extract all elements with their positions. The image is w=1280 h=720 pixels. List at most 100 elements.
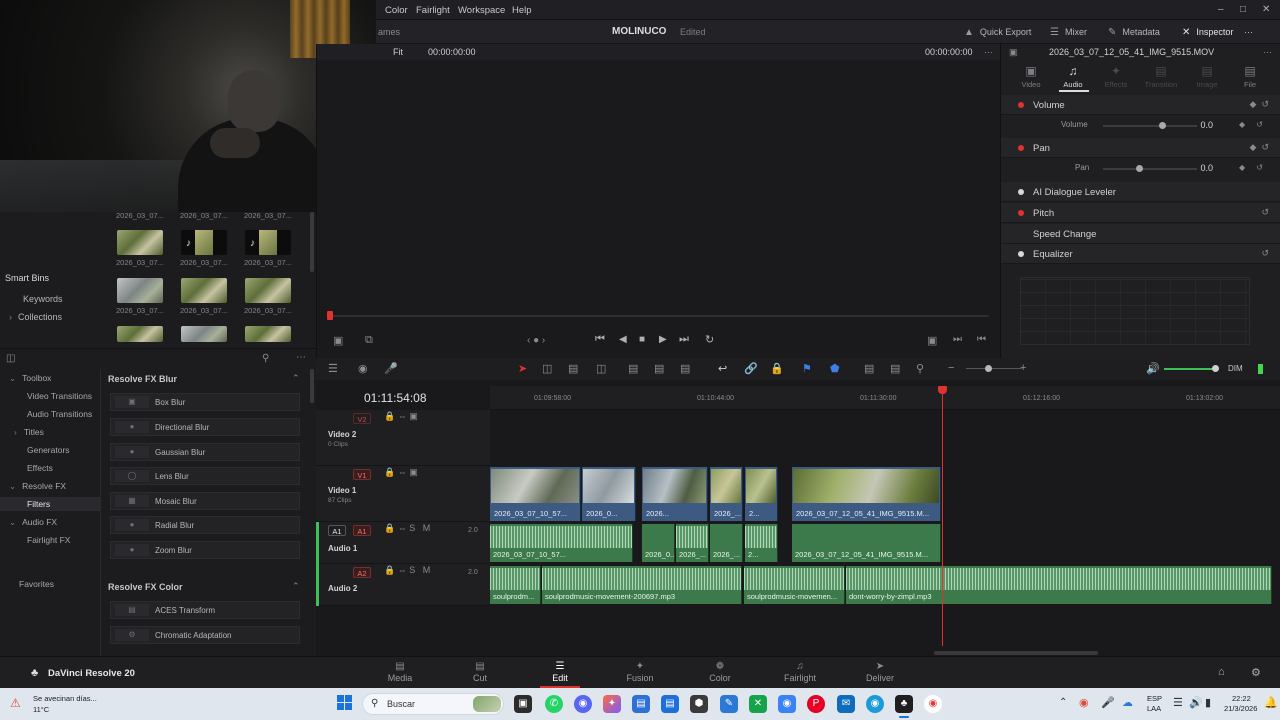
volume-slider-track[interactable] [1103,125,1197,127]
inspector-options-icon[interactable]: ⋯ [1263,47,1272,58]
collapse-icon[interactable]: ⌃ [292,581,300,592]
playhead-marker[interactable] [327,311,333,320]
dual-view-icon[interactable]: ◉ [358,362,368,375]
tray-status-icon[interactable]: ◉ [1079,696,1089,709]
audio-clip[interactable]: 2026_... [710,524,743,562]
audio-monitor-icon[interactable]: 🎤 [384,362,398,375]
audio-clip[interactable]: dont-worry-by-zimpl.mp3 [846,566,1272,604]
media-thumbnail[interactable] [181,278,227,303]
fx-aces-transform[interactable]: ▤ ACES Transform [110,601,300,619]
media-thumbnail[interactable] [181,326,227,342]
keyframe-icon[interactable]: ◆ ↺ [1239,163,1263,172]
enable-dot[interactable] [1018,210,1024,216]
source-patch[interactable]: A1 [328,525,346,536]
zoom-detail-icon[interactable]: ▤ [890,362,900,375]
timeline-playhead-handle[interactable] [938,386,947,394]
track-controls-icon[interactable]: 🔒 ⇔ S M [384,565,430,576]
shield-icon[interactable]: ◉ [778,695,796,713]
metadata-button[interactable]: ✎ Metadata [1108,27,1160,38]
track-header-a2[interactable]: A2 🔒 ⇔ S M 2.0 Audio 2 [316,564,490,606]
tab-video[interactable]: ▣ Video [1009,64,1053,89]
zoom-custom-icon[interactable]: ⚲ [916,362,924,375]
zoom-slider-track[interactable] [966,368,1022,369]
reset-icon[interactable]: ↺ [1261,207,1269,218]
viewer-options-icon[interactable]: ⋯ [984,47,993,58]
media-thumbnail[interactable]: ♪ [245,230,291,255]
match-frame-icon[interactable]: ▣ [927,334,937,347]
inspector-button[interactable]: ✕ Inspector [1182,27,1233,38]
fx-zoom-blur[interactable]: ● Zoom Blur [110,541,300,559]
pen-app-icon[interactable]: ✎ [720,695,738,713]
battery-icon[interactable]: ▮ [1205,696,1211,709]
media-thumbnail[interactable] [245,326,291,342]
tree-generators[interactable]: Generators [27,445,70,455]
transform-icon[interactable]: ⧉ [365,334,373,347]
tree-audio-fx[interactable]: ⌄ Audio FX [9,517,57,528]
zoom-slider-knob[interactable] [985,365,992,372]
fx-gaussian-blur[interactable]: ● Gaussian Blur [110,443,300,461]
enable-dot[interactable] [1018,251,1024,257]
track-header-v1[interactable]: V1 🔒 ⇔ ▣ Video 1 87 Clips [316,466,490,522]
page-cut[interactable]: ▤ Cut [458,661,502,683]
track-id[interactable]: V2 [353,413,371,424]
audio-clip[interactable]: 2026_0... [642,524,675,562]
equalizer-graph[interactable] [1020,277,1250,345]
dim-button[interactable]: DIM [1228,364,1243,373]
video-clip[interactable]: 2... [745,467,778,521]
calendar-icon[interactable]: ▤ [661,695,679,713]
track-header-v2[interactable]: V2 🔒 ⇔ ▣ Video 2 0 Clips [316,410,490,466]
pan-slider-knob[interactable] [1136,165,1143,172]
tree-fairlight-fx[interactable]: Fairlight FX [27,535,70,545]
media-thumbnail[interactable] [117,326,163,342]
dynamic-trim-icon[interactable]: ▤ [568,362,578,375]
track-controls-icon[interactable]: 🔒 ⇔ ▣ [384,411,418,422]
go-to-start-icon[interactable]: ⏮ [595,333,605,346]
menu-color[interactable]: Color [385,5,408,16]
enable-dot[interactable] [1018,145,1024,151]
timeline-scrollbar[interactable] [934,651,1098,655]
pan-slider-track[interactable] [1103,168,1197,170]
tree-audio-transitions[interactable]: Audio Transitions [27,409,92,419]
menu-help[interactable]: Help [512,5,532,16]
page-media[interactable]: ▤ Media [378,661,422,683]
menu-workspace[interactable]: Workspace [458,5,505,16]
copilot-icon[interactable]: ✦ [603,695,621,713]
zoom-out-icon[interactable]: − [948,362,954,374]
discord-icon[interactable]: ◉ [574,695,592,713]
audio-clip[interactable]: 2026_03_07_12_05_41_IMG_9515.M... [792,524,941,562]
quick-export-button[interactable]: ▲ Quick Export [964,27,1031,38]
pitch-section[interactable]: Pitch ↺ [1001,203,1280,223]
weather-icon[interactable]: ⚠ [10,696,21,710]
tray-chevron-icon[interactable]: ⌃ [1059,697,1067,708]
stop-icon[interactable]: ■ [639,334,645,345]
video-clip[interactable]: 2026_... [710,467,743,521]
tab-file[interactable]: ▤ File [1228,64,1272,89]
track-id[interactable]: A2 [353,567,371,578]
next-frame-icon[interactable]: ⏭ [953,334,962,345]
tree-titles[interactable]: › Titles [14,427,44,437]
bin-collections[interactable]: › Collections [9,312,62,322]
enable-dot[interactable] [1018,189,1024,195]
zoom-full-icon[interactable]: ▤ [864,362,874,375]
nav-arrows-icon[interactable]: ‹ ● › [527,335,545,346]
linked-selection-icon[interactable]: 🔗 [744,362,758,375]
reset-icon[interactable]: ◆ ↺ [1250,142,1269,153]
audio-clip[interactable]: 2... [745,524,778,562]
tree-effects[interactable]: Effects [27,463,53,473]
more-menu-icon[interactable]: ⋯ [1244,27,1253,38]
collapse-icon[interactable]: ⌃ [292,373,300,384]
prev-frame-icon[interactable]: ⏮ [977,334,986,345]
track-id[interactable]: A1 [353,525,371,536]
trim-tool-icon[interactable]: ◫ [542,362,552,375]
volume-meter-knob[interactable] [1212,365,1219,372]
fx-lens-blur[interactable]: ◯ Lens Blur [110,467,300,485]
tab-audio[interactable]: ♫ Audio [1051,64,1095,89]
video-clip[interactable]: 2026... [642,467,708,521]
wifi-icon[interactable]: ☰ [1173,696,1183,709]
panel-toggle-icon[interactable]: ◫ [6,353,15,364]
notification-bell-icon[interactable]: 🔔 [1264,696,1278,709]
audio-clip[interactable]: soulprodmusic-movement-200697.mp3 [542,566,742,604]
scrubber-bar[interactable] [329,315,989,317]
tray-cloud-icon[interactable]: ☁ [1122,696,1133,709]
insert-clip-icon[interactable]: ▤ [628,362,638,375]
